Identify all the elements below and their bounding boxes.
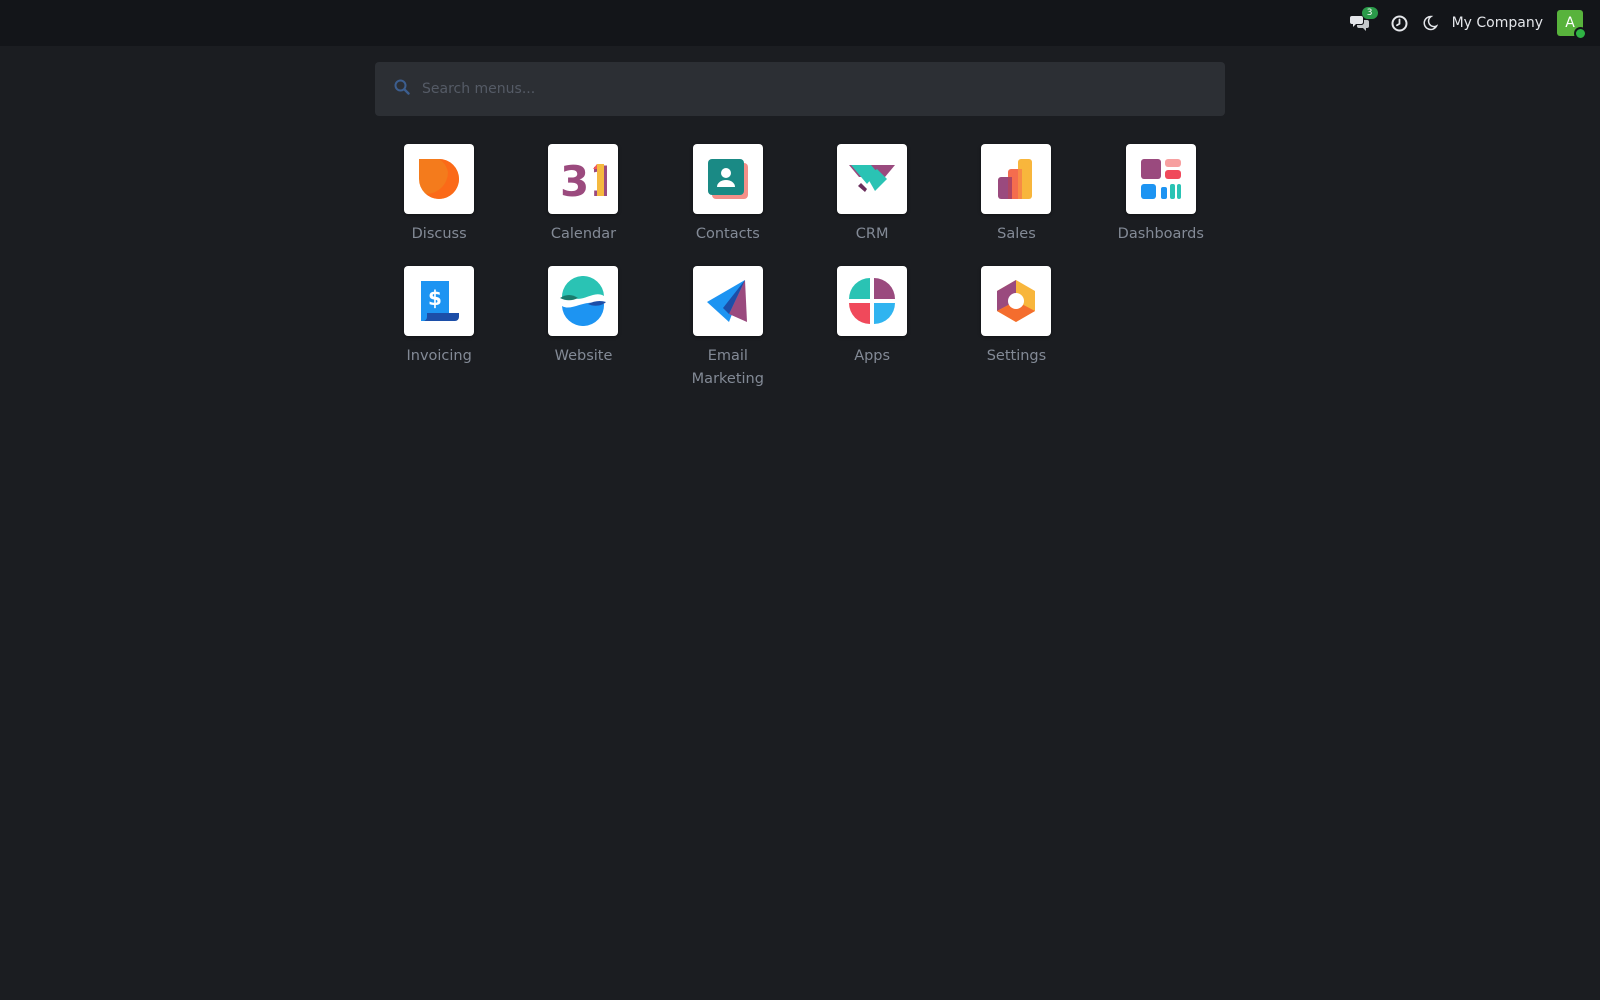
dashboards-icon (1125, 144, 1196, 214)
app-settings[interactable]: Settings (944, 266, 1088, 391)
moon-icon (1422, 15, 1438, 31)
settings-icon (981, 266, 1052, 336)
app-crm[interactable]: CRM (800, 144, 944, 246)
app-label: Contacts (695, 226, 760, 242)
app-label: Settings (986, 348, 1047, 364)
messages-count-badge: 3 (1361, 7, 1378, 19)
crm-icon (837, 144, 908, 214)
app-discuss[interactable]: Discuss (367, 144, 511, 246)
app-label: Email Marketing (691, 348, 764, 387)
app-label: Apps (854, 348, 891, 364)
user-avatar[interactable]: A (1557, 10, 1587, 40)
contacts-icon (692, 144, 763, 214)
search-bar (375, 62, 1225, 116)
discuss-icon (404, 144, 475, 214)
app-calendar[interactable]: 31 Calendar (511, 144, 655, 246)
app-label: Calendar (550, 226, 617, 242)
clock-icon (1391, 15, 1408, 32)
app-website[interactable]: Website (511, 266, 655, 391)
search-input[interactable] (420, 80, 1204, 98)
app-label: Discuss (411, 226, 467, 242)
app-label: Dashboards (1117, 226, 1204, 242)
calendar-icon: 31 (548, 144, 619, 214)
email-marketing-icon (692, 266, 763, 336)
app-grid: Discuss 31 Calendar Contacts (367, 144, 1233, 391)
invoicing-icon-text: $ (428, 286, 442, 310)
app-label: Sales (997, 226, 1036, 242)
app-dashboards[interactable]: Dashboards (1089, 144, 1233, 246)
apps-icon (837, 266, 908, 336)
app-email-marketing[interactable]: Email Marketing (656, 266, 800, 391)
messages-button[interactable]: 3 (1349, 7, 1378, 31)
theme-toggle-button[interactable] (1422, 15, 1438, 31)
app-invoicing[interactable]: $ Invoicing (367, 266, 511, 391)
search-icon (394, 79, 410, 99)
company-switcher[interactable]: My Company (1452, 15, 1543, 31)
app-label: CRM (855, 226, 889, 242)
sales-icon (981, 144, 1052, 214)
invoicing-icon: $ (404, 266, 475, 336)
app-label: Invoicing (406, 348, 472, 364)
top-navbar: 3 My Company A (0, 0, 1600, 46)
avatar-initial: A (1565, 15, 1575, 31)
website-icon (548, 266, 619, 336)
app-sales[interactable]: Sales (944, 144, 1088, 246)
app-label: Website (554, 348, 613, 364)
app-apps[interactable]: Apps (800, 266, 944, 391)
online-status-dot (1574, 27, 1587, 40)
activity-button[interactable] (1391, 15, 1408, 32)
app-contacts[interactable]: Contacts (656, 144, 800, 246)
